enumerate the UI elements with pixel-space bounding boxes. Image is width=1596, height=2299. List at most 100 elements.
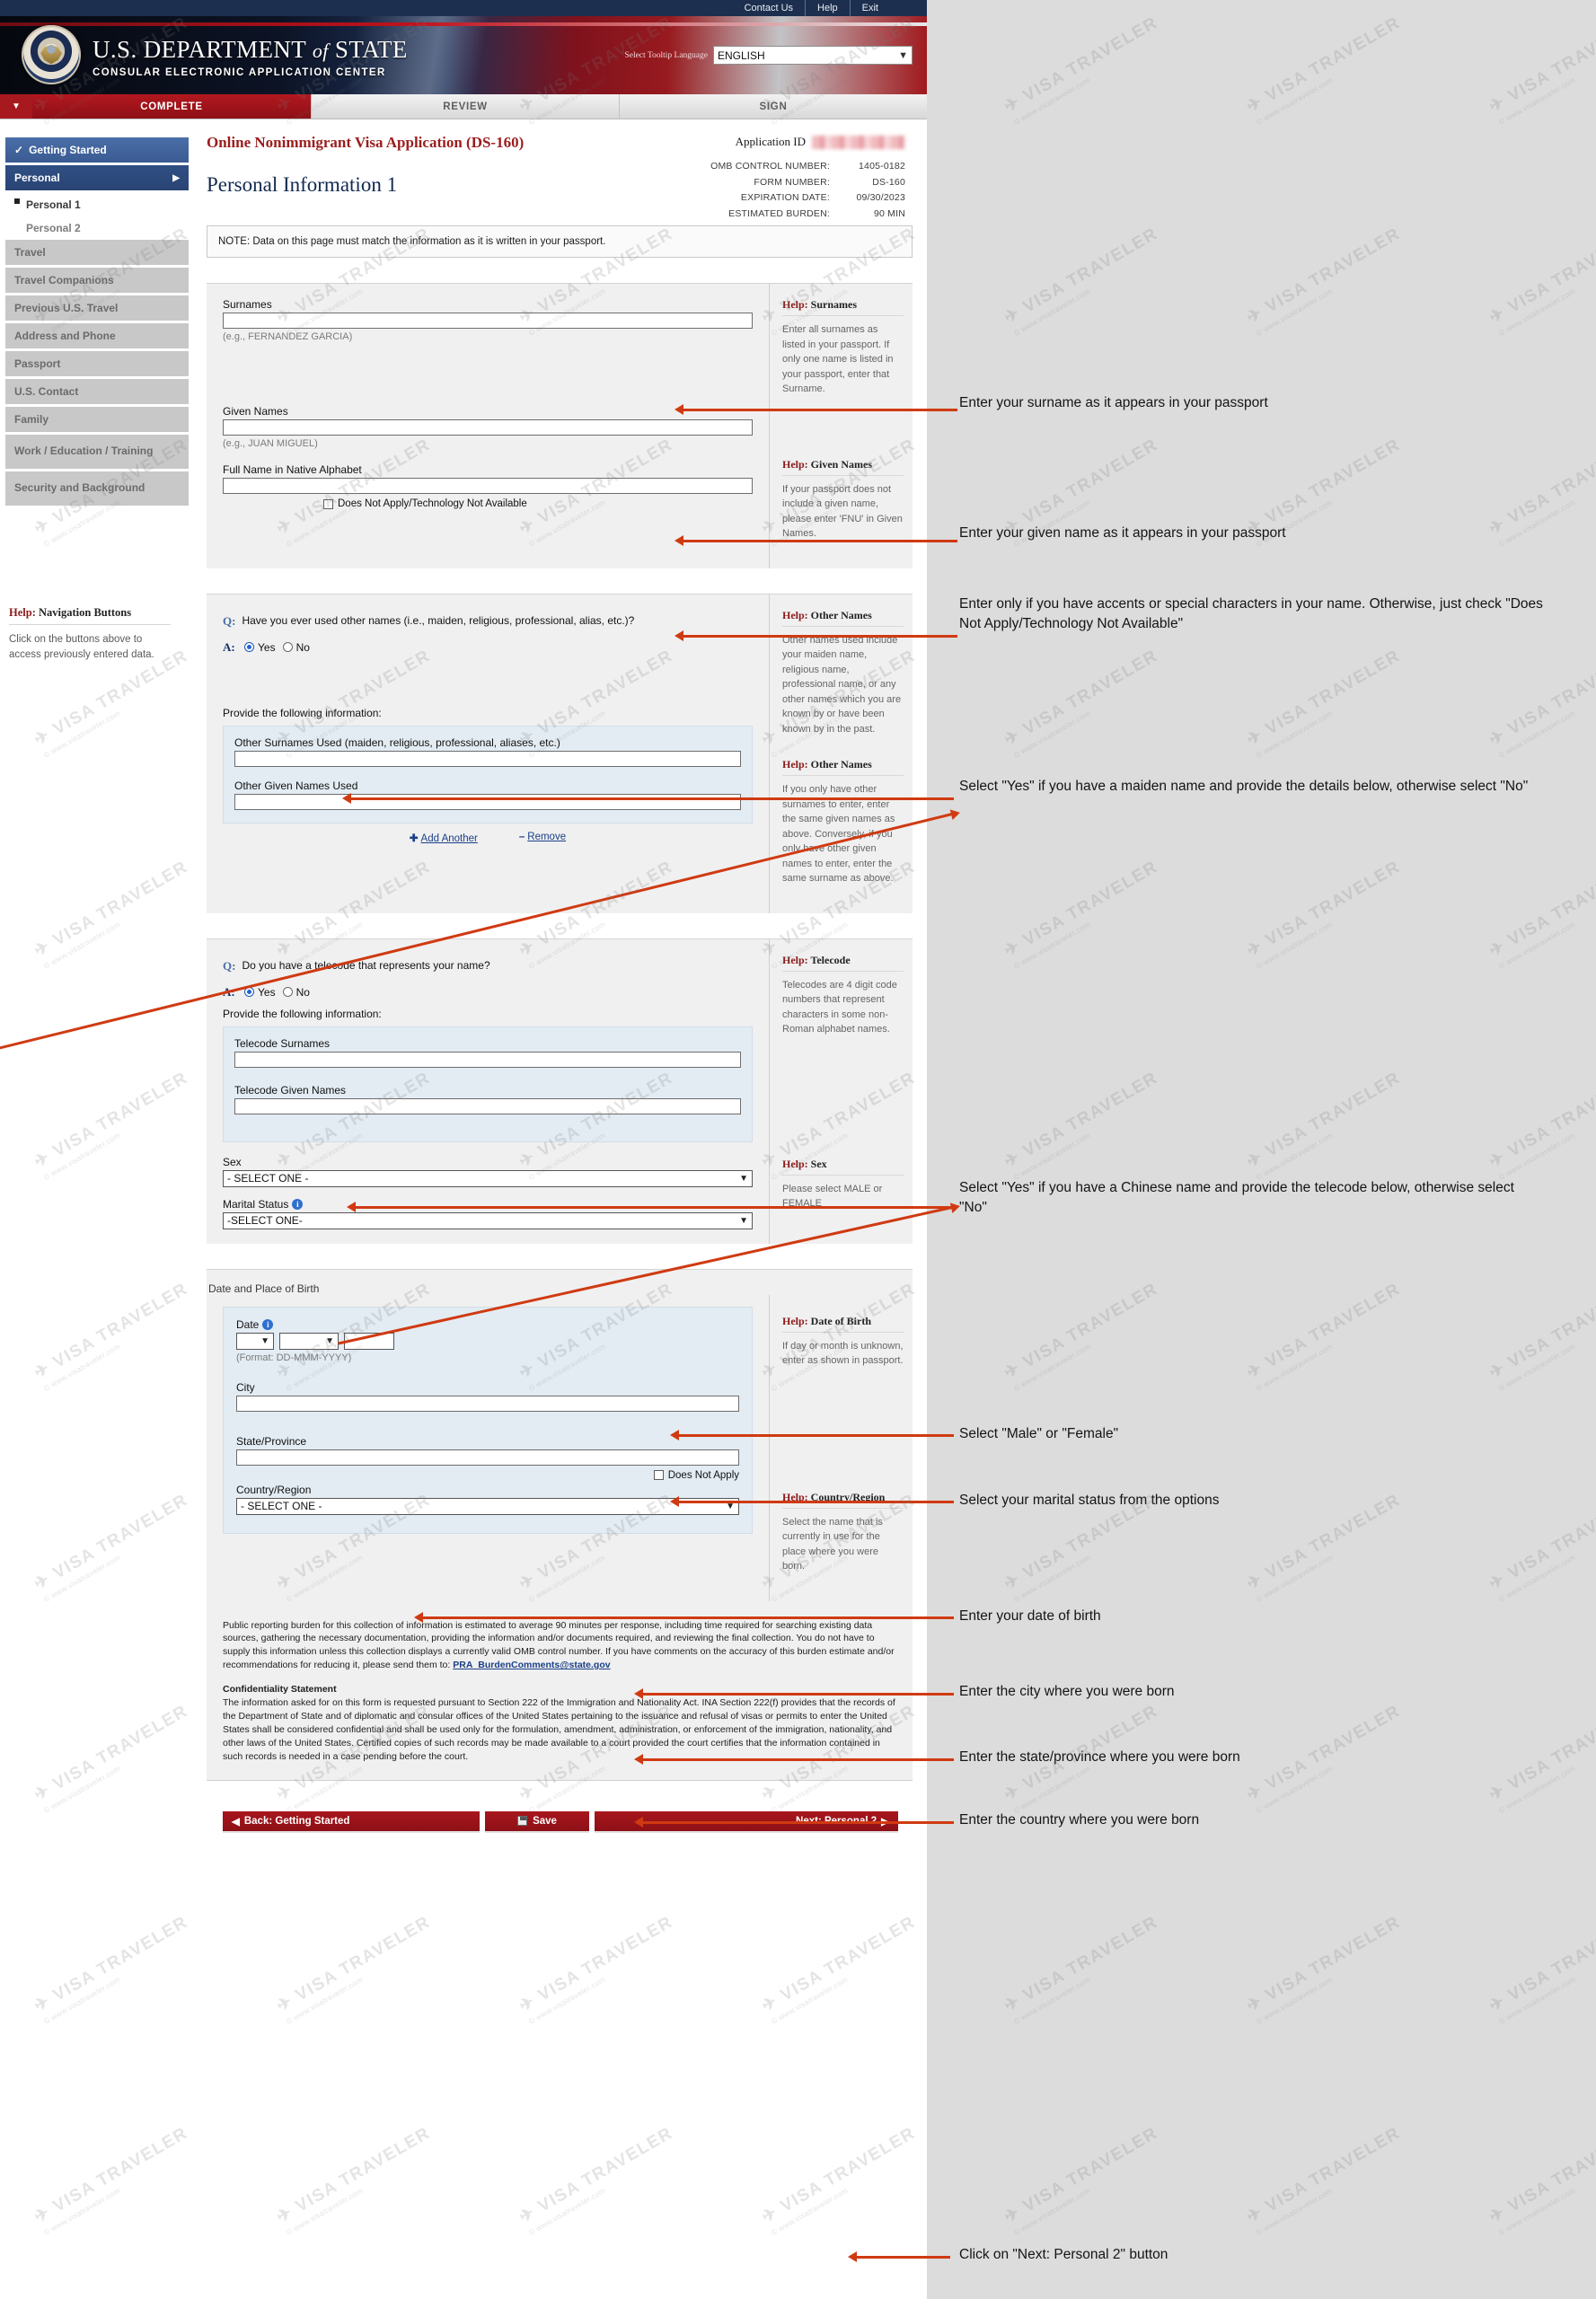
birth-date-label: Date i xyxy=(236,1318,739,1331)
help-prefix: Help: xyxy=(782,298,808,311)
utility-bar: Contact Us Help Exit xyxy=(0,0,927,16)
given-names-label: Given Names xyxy=(223,405,288,418)
native-alphabet-input[interactable] xyxy=(223,478,753,494)
annotation-city: Enter the city where you were born xyxy=(959,1684,1175,1699)
red-stripe xyxy=(0,22,927,26)
birth-date-format-hint: (Format: DD-MMM-YYYY) xyxy=(236,1352,352,1363)
contact-us-link[interactable]: Contact Us xyxy=(733,0,807,16)
sex-label: Sex xyxy=(223,1155,242,1168)
brand-title-state: STATE xyxy=(334,36,408,63)
telecode-no-radio[interactable]: No xyxy=(282,986,310,999)
watermark: ✈ VISA TRAVELER © www.visatraveler.com xyxy=(1243,1912,1404,2027)
radio-icon xyxy=(282,987,293,997)
surnames-input[interactable] xyxy=(223,313,753,329)
help-title-surnames: Help: Surnames xyxy=(782,298,904,316)
burden-comments-email-link[interactable]: PRA_BurdenComments@state.gov xyxy=(453,1660,610,1670)
exit-link[interactable]: Exit xyxy=(851,0,884,16)
does-not-apply-label: Does Not Apply/Technology Not Available xyxy=(338,498,527,509)
does-not-apply-label: Does Not Apply xyxy=(667,1469,739,1481)
birth-month-select[interactable]: ▼ xyxy=(279,1332,339,1350)
watermark: ✈ VISA TRAVELER © www.visatraveler.com xyxy=(1486,1068,1596,1183)
other-given-names-input[interactable] xyxy=(234,793,741,810)
sidebar-item-travel[interactable]: Travel xyxy=(5,240,189,265)
plus-icon: ✚ xyxy=(409,832,419,844)
telecode-surnames-input[interactable] xyxy=(234,1051,741,1068)
does-not-apply-checkbox[interactable] xyxy=(323,498,333,509)
sidebar-item-family[interactable]: Family xyxy=(5,407,189,432)
watermark: ✈ VISA TRAVELER © www.visatraveler.com xyxy=(1001,646,1161,761)
tooltip-language-select[interactable]: ENGLISH ▼ xyxy=(713,46,913,65)
help-suffix: Other Names xyxy=(807,758,872,771)
info-icon[interactable]: i xyxy=(292,1199,304,1211)
tab-review[interactable]: REVIEW xyxy=(311,94,619,119)
arrow-to-country-select xyxy=(634,1817,954,1828)
sidebar-item-personal-1[interactable]: Personal 1 xyxy=(5,193,189,216)
tab-complete[interactable]: COMPLETE xyxy=(32,94,311,119)
other-names-no-radio[interactable]: No xyxy=(282,641,310,654)
other-surnames-input[interactable] xyxy=(234,750,741,767)
sex-select[interactable]: - SELECT ONE - ▼ xyxy=(223,1169,753,1187)
add-another-link[interactable]: Add Another xyxy=(421,833,478,844)
sidebar-item-passport[interactable]: Passport xyxy=(5,351,189,376)
watermark: ✈ VISA TRAVELER © www.visatraveler.com xyxy=(1001,857,1161,972)
help-link[interactable]: Help xyxy=(806,0,851,16)
sidebar-item-travel-companions[interactable]: Travel Companions xyxy=(5,268,189,293)
sidebar-item-label: Previous U.S. Travel xyxy=(14,302,119,314)
telecode-fields: Q: Do you have a telecode that represent… xyxy=(207,939,769,1244)
marital-status-group: Marital Status i -SELECT ONE- ▼ xyxy=(223,1198,753,1229)
telecode-subpanel: Telecode Surnames Telecode Given Names xyxy=(223,1026,753,1142)
names-panel: Surnames (e.g., FERNANDEZ GARCIA) Given … xyxy=(207,283,913,568)
sidebar-item-previous-us-travel[interactable]: Previous U.S. Travel xyxy=(5,295,189,321)
birth-city-input[interactable] xyxy=(236,1395,739,1412)
sidebar-item-getting-started[interactable]: ✓ Getting Started xyxy=(5,137,189,163)
help-prefix: Help: xyxy=(782,953,808,966)
arrow-to-marital-status-select xyxy=(670,1496,954,1507)
confidentiality-statement: The information asked for on this form i… xyxy=(223,1697,895,1762)
info-icon[interactable]: i xyxy=(262,1319,274,1331)
chevron-down-icon: ▼ xyxy=(260,1335,269,1346)
other-names-yes-radio[interactable]: Yes xyxy=(244,641,276,654)
help-prefix: Help: xyxy=(782,1157,808,1170)
given-names-input[interactable] xyxy=(223,419,753,436)
chevron-right-icon: ▶ xyxy=(172,172,180,183)
remove-action[interactable]: – Remove xyxy=(519,832,566,844)
birth-state-input[interactable] xyxy=(236,1449,739,1466)
help-title-other-names-1: Help: Other Names xyxy=(782,609,904,627)
other-names-answer-row: A: Yes No xyxy=(223,640,753,655)
telecode-given-names-input[interactable] xyxy=(234,1097,741,1114)
watermark: ✈ VISA TRAVELER © www.visatraveler.com xyxy=(1243,646,1404,761)
add-another-action[interactable]: ✚ Add Another xyxy=(410,832,478,844)
birth-day-select[interactable]: ▼ xyxy=(236,1332,274,1350)
does-not-apply-checkbox[interactable] xyxy=(653,1470,664,1480)
help-title-telecode: Help: Telecode xyxy=(782,954,904,972)
sidebar-item-address-and-phone[interactable]: Address and Phone xyxy=(5,323,189,348)
remove-link[interactable]: Remove xyxy=(527,832,566,842)
native-alphabet-label: Full Name in Native Alphabet xyxy=(223,463,362,476)
names-fields: Surnames (e.g., FERNANDEZ GARCIA) Given … xyxy=(207,284,769,568)
sidebar-item-work-education-training[interactable]: Work / Education / Training xyxy=(5,435,189,469)
birth-country-select[interactable]: - SELECT ONE - ▼ xyxy=(236,1497,739,1515)
help-prefix: Help: xyxy=(782,758,808,771)
given-names-group: Given Names (e.g., JUAN MIGUEL) xyxy=(223,405,753,449)
tab-sign[interactable]: SIGN xyxy=(619,94,927,119)
legal-block: Public reporting burden for this collect… xyxy=(207,1600,913,1781)
sidebar-item-personal-2[interactable]: Personal 2 xyxy=(5,216,189,240)
back-button[interactable]: ◀ Back: Getting Started xyxy=(223,1810,480,1831)
brand-title-of: of xyxy=(312,40,329,62)
other-names-help-column: Help: Other Names Other names used inclu… xyxy=(769,594,913,913)
sidebar-item-us-contact[interactable]: U.S. Contact xyxy=(5,379,189,404)
sidebar-item-security-and-background[interactable]: Security and Background xyxy=(5,471,189,506)
watermark: ✈ VISA TRAVELER © www.visatraveler.com xyxy=(1001,1279,1161,1394)
radio-icon xyxy=(282,642,293,652)
sidebar-item-personal[interactable]: Personal ▶ xyxy=(5,165,189,190)
watermark: ✈ VISA TRAVELER © www.visatraveler.com xyxy=(1001,1068,1161,1183)
watermark: ✈ VISA TRAVELER © www.visatraveler.com xyxy=(1486,857,1596,972)
marital-status-select[interactable]: -SELECT ONE- ▼ xyxy=(223,1211,753,1229)
watermark: ✈ VISA TRAVELER © www.visatraveler.com xyxy=(1486,13,1596,128)
telecode-surnames-label: Telecode Surnames xyxy=(234,1036,331,1050)
save-button[interactable]: Save xyxy=(485,1810,589,1831)
tabs-collapse-toggle[interactable]: ▼ xyxy=(0,94,32,119)
help-suffix: Surnames xyxy=(807,298,858,311)
arrow-to-sex-select xyxy=(670,1430,954,1440)
chevron-down-icon: ▼ xyxy=(898,49,908,61)
